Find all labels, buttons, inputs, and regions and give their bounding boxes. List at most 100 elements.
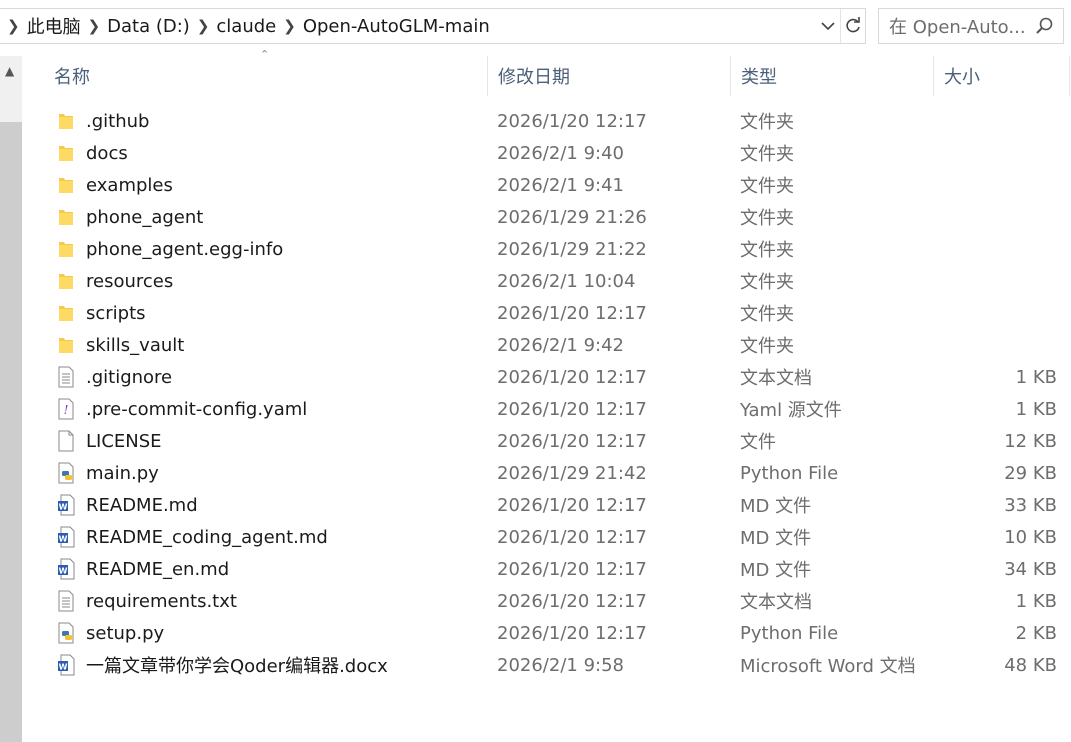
file-size: 48 KB <box>1004 654 1057 676</box>
breadcrumb-drive[interactable]: Data (D:) <box>107 16 190 37</box>
file-name-cell[interactable]: W 一篇文章带你学会Qoder编辑器.docx <box>56 652 496 678</box>
blank-file-icon <box>56 430 76 452</box>
file-size: 2 KB <box>1015 622 1057 644</box>
file-row[interactable]: W README_en.md 2026/1/20 12:17 MD 文件 34 KB <box>22 553 1071 585</box>
file-name-cell[interactable]: requirements.txt <box>56 590 496 612</box>
file-row[interactable]: LICENSE 2026/1/20 12:17 文件 12 KB <box>22 425 1071 457</box>
file-name: requirements.txt <box>86 590 237 612</box>
word-file-icon: W <box>56 558 76 580</box>
chevron-right-icon[interactable]: ❯ <box>0 17 27 35</box>
column-date-label: 修改日期 <box>498 67 570 88</box>
file-date: 2026/2/1 9:40 <box>497 142 624 164</box>
file-date: 2026/1/29 21:42 <box>497 462 647 484</box>
file-name-cell[interactable]: docs <box>56 142 496 164</box>
file-row[interactable]: resources 2026/2/1 10:04 文件夹 <box>22 265 1071 297</box>
file-type: 文件夹 <box>740 176 794 197</box>
column-name-header[interactable]: 名称 <box>44 56 488 96</box>
file-row[interactable]: phone_agent 2026/1/29 21:26 文件夹 <box>22 201 1071 233</box>
file-size: 1 KB <box>1015 366 1057 388</box>
file-date: 2026/1/20 12:17 <box>497 302 647 324</box>
file-row[interactable]: skills_vault 2026/2/1 9:42 文件夹 <box>22 329 1071 361</box>
file-row[interactable]: .gitignore 2026/1/20 12:17 文本文档 1 KB <box>22 361 1071 393</box>
folder-icon <box>56 302 76 324</box>
search-input[interactable]: 在 Open-Auto... <box>889 13 1029 39</box>
file-name-cell[interactable]: scripts <box>56 302 496 324</box>
file-name: main.py <box>86 462 159 484</box>
file-row[interactable]: setup.py 2026/1/20 12:17 Python File 2 KB <box>22 617 1071 649</box>
svg-text:W: W <box>59 663 68 672</box>
file-name: phone_agent <box>86 206 204 228</box>
file-name-cell[interactable]: LICENSE <box>56 430 496 452</box>
file-name-cell[interactable]: W README.md <box>56 494 496 516</box>
column-size-header[interactable]: 大小 <box>934 56 1070 96</box>
file-row[interactable]: docs 2026/2/1 9:40 文件夹 <box>22 137 1071 169</box>
column-type-header[interactable]: 类型 <box>731 56 934 96</box>
chevron-right-icon[interactable]: ❯ <box>81 17 108 35</box>
file-name-cell[interactable]: examples <box>56 174 496 196</box>
file-row[interactable]: phone_agent.egg-info 2026/1/29 21:22 文件夹 <box>22 233 1071 265</box>
file-type: 文件夹 <box>740 144 794 165</box>
file-date: 2026/2/1 9:42 <box>497 334 624 356</box>
file-name-cell[interactable]: phone_agent <box>56 206 496 228</box>
file-type: Yaml 源文件 <box>740 400 842 421</box>
address-bar[interactable]: ❯ 此电脑 ❯ Data (D:) ❯ claude ❯ Open-AutoGL… <box>0 8 866 44</box>
file-type: 文件夹 <box>740 240 794 261</box>
file-name-cell[interactable]: skills_vault <box>56 334 496 356</box>
file-date: 2026/1/29 21:26 <box>497 206 647 228</box>
file-name-cell[interactable]: ! .pre-commit-config.yaml <box>56 398 496 420</box>
file-date: 2026/2/1 9:58 <box>497 654 624 676</box>
file-type: MD 文件 <box>740 496 812 517</box>
file-name-cell[interactable]: resources <box>56 270 496 292</box>
file-date: 2026/1/20 12:17 <box>497 526 647 548</box>
file-name-cell[interactable]: .gitignore <box>56 366 496 388</box>
file-name: phone_agent.egg-info <box>86 238 284 260</box>
file-name: examples <box>86 174 173 196</box>
navigation-pane-scrollbar[interactable]: ▲ <box>0 56 22 742</box>
search-icon[interactable] <box>1035 16 1055 36</box>
file-name: .pre-commit-config.yaml <box>86 398 308 420</box>
search-box[interactable]: 在 Open-Auto... <box>878 8 1064 44</box>
file-name-cell[interactable]: .github <box>56 110 496 132</box>
file-row[interactable]: W 一篇文章带你学会Qoder编辑器.docx 2026/2/1 9:58 Micro… <box>22 649 1071 681</box>
python-file-icon <box>56 622 76 644</box>
file-row[interactable]: scripts 2026/1/20 12:17 文件夹 <box>22 297 1071 329</box>
file-row[interactable]: examples 2026/2/1 9:41 文件夹 <box>22 169 1071 201</box>
file-name-cell[interactable]: main.py <box>56 462 496 484</box>
chevron-right-icon[interactable]: ❯ <box>276 17 303 35</box>
file-name: resources <box>86 270 174 292</box>
file-date: 2026/1/20 12:17 <box>497 558 647 580</box>
file-date: 2026/1/20 12:17 <box>497 590 647 612</box>
file-name-cell[interactable]: setup.py <box>56 622 496 644</box>
file-row[interactable]: requirements.txt 2026/1/20 12:17 文本文档 1 KB <box>22 585 1071 617</box>
yaml-file-icon: ! <box>56 398 76 420</box>
file-name-cell[interactable]: phone_agent.egg-info <box>56 238 496 260</box>
svg-text:W: W <box>59 567 68 576</box>
file-name: README_en.md <box>86 558 230 580</box>
file-name-cell[interactable]: W README_en.md <box>56 558 496 580</box>
refresh-button[interactable] <box>840 9 865 43</box>
file-date: 2026/1/20 12:17 <box>497 430 647 452</box>
file-row[interactable]: main.py 2026/1/29 21:42 Python File 29 KB <box>22 457 1071 489</box>
scroll-up-icon[interactable]: ▲ <box>5 64 14 78</box>
column-name-label: 名称 <box>54 67 90 88</box>
file-row[interactable]: W README_coding_agent.md 2026/1/20 12:17 MD… <box>22 521 1071 553</box>
text-file-icon <box>56 590 76 612</box>
file-size: 10 KB <box>1004 526 1057 548</box>
scrollbar-thumb[interactable] <box>0 122 22 742</box>
file-name: .github <box>86 110 150 132</box>
breadcrumb-current-folder[interactable]: Open-AutoGLM-main <box>303 16 490 37</box>
breadcrumb-claude[interactable]: claude <box>216 16 276 37</box>
chevron-right-icon[interactable]: ❯ <box>190 17 217 35</box>
file-row[interactable]: .github 2026/1/20 12:17 文件夹 <box>22 105 1071 137</box>
history-dropdown-button[interactable] <box>816 9 840 43</box>
file-size: 1 KB <box>1015 590 1057 612</box>
file-row[interactable]: W README.md 2026/1/20 12:17 MD 文件 33 KB <box>22 489 1071 521</box>
file-type: 文件夹 <box>740 208 794 229</box>
file-name-cell[interactable]: W README_coding_agent.md <box>56 526 496 548</box>
file-name: LICENSE <box>86 430 162 452</box>
file-type: 文件 <box>740 432 776 453</box>
file-row[interactable]: ! .pre-commit-config.yaml 2026/1/20 12:17 Y… <box>22 393 1071 425</box>
column-date-header[interactable]: 修改日期 <box>488 56 731 96</box>
file-name: docs <box>86 142 128 164</box>
breadcrumb-this-pc[interactable]: 此电脑 <box>27 13 81 39</box>
